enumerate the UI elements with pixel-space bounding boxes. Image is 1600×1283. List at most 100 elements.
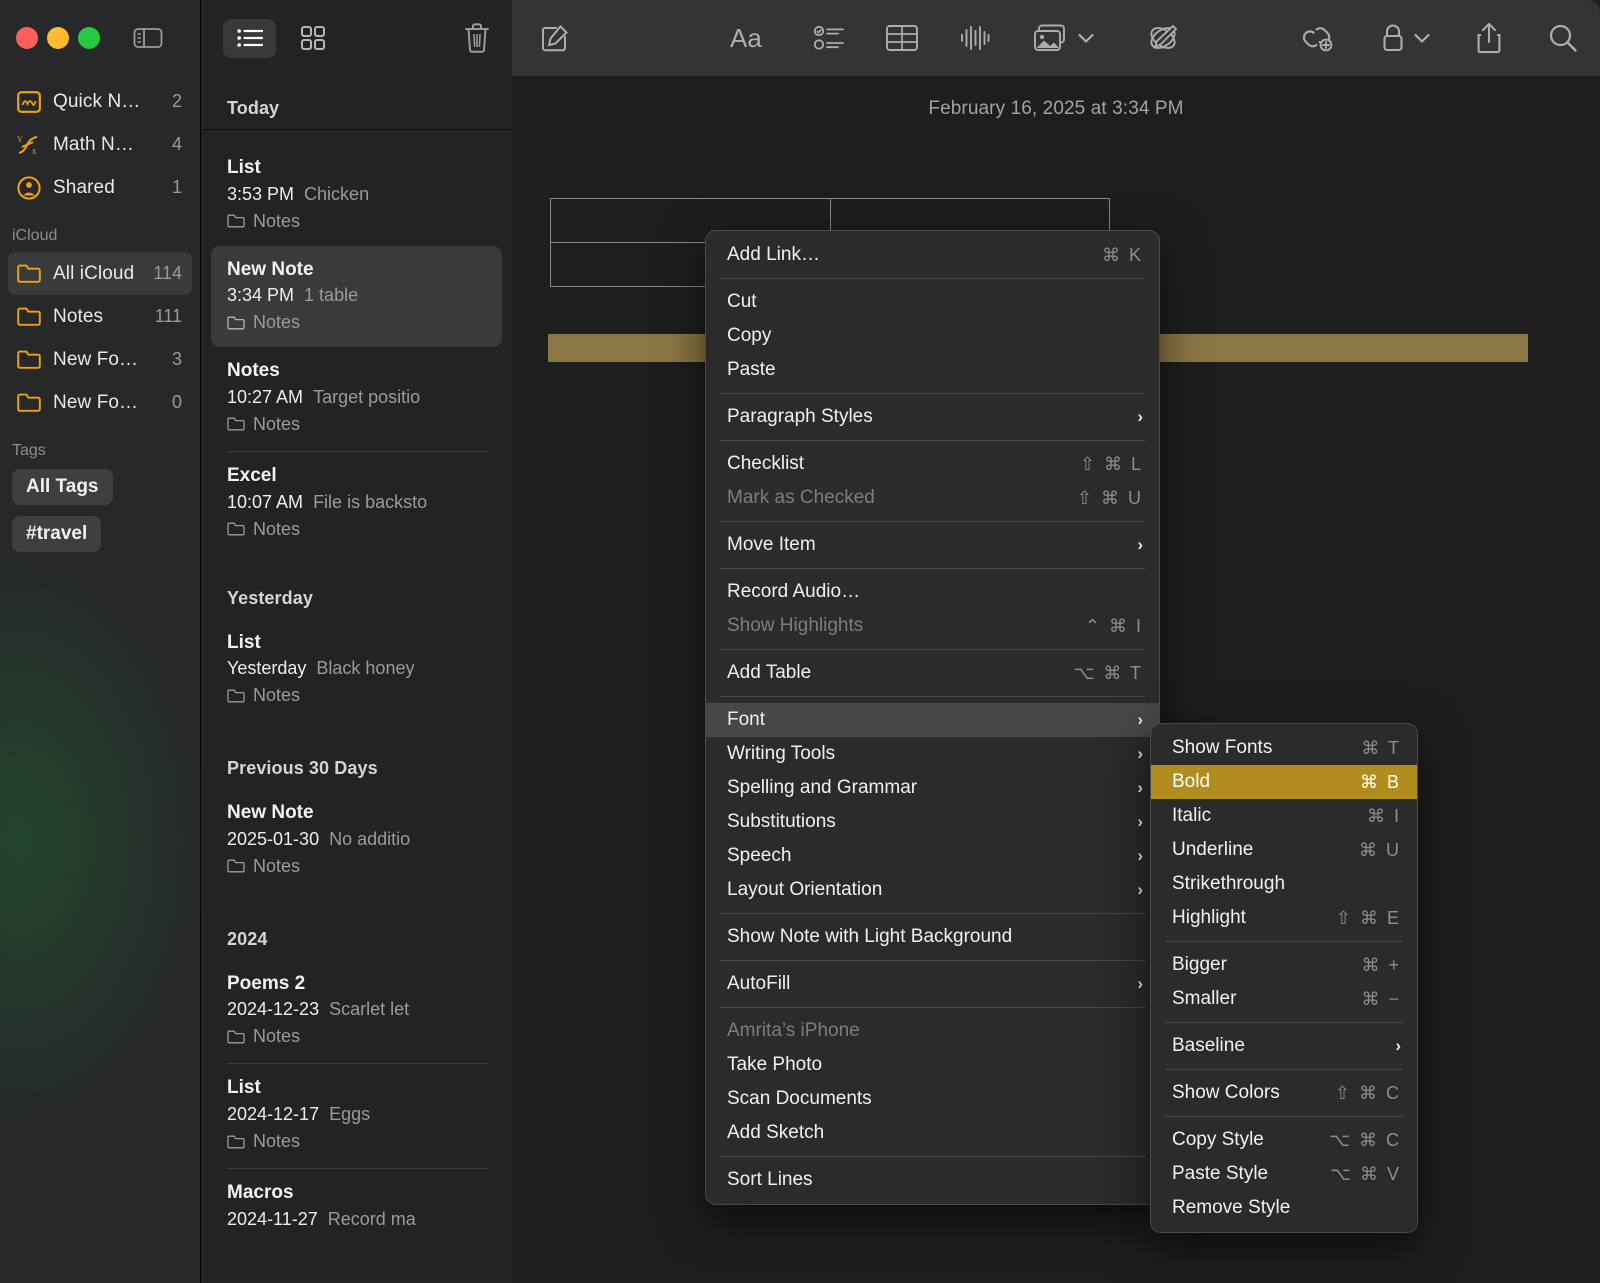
checklist-icon[interactable]: [814, 25, 844, 51]
chevron-down-icon[interactable]: [1078, 33, 1094, 44]
tag-all-tags[interactable]: All Tags: [12, 469, 113, 505]
note-list-item[interactable]: Poems 2 2024-12-23 Scarlet let Notes: [211, 960, 502, 1062]
sidebar-toggle-icon[interactable]: [133, 26, 163, 50]
note-folder-label: Notes: [253, 312, 301, 333]
menu-item-paste[interactable]: Paste: [706, 353, 1159, 387]
menu-separator: [720, 278, 1145, 279]
note-title: List: [227, 631, 261, 653]
svg-text:Aa: Aa: [730, 23, 762, 53]
note-list-item[interactable]: New Note 3:34 PM 1 table Notes: [211, 245, 502, 348]
chevron-right-icon: ›: [1137, 846, 1143, 865]
sidebar-item-math-notes[interactable]: Yx Math N… 4: [8, 123, 192, 166]
menu-item-add-link[interactable]: Add Link… ⌘ K: [706, 238, 1159, 272]
lock-icon[interactable]: [1381, 23, 1405, 53]
menu-item-copy[interactable]: Copy: [706, 319, 1159, 353]
add-link-icon[interactable]: [1301, 23, 1335, 53]
menu-item-show-note-light-background[interactable]: Show Note with Light Background: [706, 920, 1159, 954]
menu-item-cut[interactable]: Cut: [706, 285, 1159, 319]
chevron-right-icon: ›: [1137, 974, 1143, 993]
sidebar-item-quick-notes[interactable]: Quick N… 2: [8, 80, 192, 123]
media-icon[interactable]: [1032, 24, 1068, 52]
menu-item-italic[interactable]: Italic ⌘ I: [1151, 799, 1417, 833]
menu-item-take-photo[interactable]: Take Photo: [706, 1048, 1159, 1082]
font-submenu[interactable]: Show Fonts ⌘ T Bold ⌘ B Italic ⌘ I Under…: [1150, 723, 1418, 1233]
note-folder: Notes: [227, 411, 502, 438]
minimize-button[interactable]: [47, 27, 69, 49]
sidebar-item-count: 2: [171, 91, 182, 111]
sidebar-item-new-folder-2[interactable]: New Fo… 0: [8, 381, 192, 424]
zoom-button[interactable]: [78, 27, 100, 49]
menu-item-paste-style[interactable]: Paste Style ⌥ ⌘ V: [1151, 1157, 1417, 1191]
sidebar-item-new-folder-1[interactable]: New Fo… 3: [8, 338, 192, 381]
menu-item-remove-style[interactable]: Remove Style: [1151, 1191, 1417, 1225]
menu-item-highlight[interactable]: Highlight ⇧ ⌘ E: [1151, 901, 1417, 935]
note-folder: Notes: [227, 208, 502, 235]
menu-item-scan-documents[interactable]: Scan Documents: [706, 1082, 1159, 1116]
folder-icon: [227, 417, 245, 431]
note-list-item[interactable]: New Note 2025-01-30 No additio Notes: [211, 789, 502, 891]
menu-item-record-audio[interactable]: Record Audio…: [706, 575, 1159, 609]
chevron-right-icon: ›: [1137, 535, 1143, 554]
menu-item-writing-tools[interactable]: Writing Tools ›: [706, 737, 1159, 771]
note-meta: 3:53 PM Chicken: [227, 181, 502, 208]
note-list-item[interactable]: Notes 10:27 AM Target positio Notes: [211, 347, 502, 449]
sidebar-section-tags: Tags: [12, 442, 46, 459]
markup-icon[interactable]: [1146, 22, 1180, 54]
note-meta: 2025-01-30 No additio: [227, 826, 502, 853]
menu-item-copy-style[interactable]: Copy Style ⌥ ⌘ C: [1151, 1123, 1417, 1157]
note-list-item[interactable]: List Yesterday Black honey Notes: [211, 619, 502, 721]
list-view-icon[interactable]: [223, 18, 276, 58]
menu-item-baseline[interactable]: Baseline ›: [1151, 1029, 1417, 1063]
note-list-column: Today List 3:53 PM Chicken Notes New Not…: [200, 0, 512, 1283]
sidebar-item-all-icloud[interactable]: All iCloud 114: [8, 252, 192, 295]
note-list-toolbar: [201, 0, 512, 76]
menu-item-speech[interactable]: Speech ›: [706, 839, 1159, 873]
svg-text:x: x: [32, 146, 37, 156]
note-list-item[interactable]: Macros 2024-11-27 Record ma: [211, 1169, 502, 1244]
menu-item-checklist[interactable]: Checklist ⇧ ⌘ L: [706, 447, 1159, 481]
sidebar-item-notes[interactable]: Notes 111: [8, 295, 192, 338]
menu-item-add-table[interactable]: Add Table ⌥ ⌘ T: [706, 656, 1159, 690]
menu-item-paragraph-styles[interactable]: Paragraph Styles ›: [706, 400, 1159, 434]
note-time: 10:07 AM: [227, 491, 304, 512]
quick-note-icon: [16, 89, 41, 114]
menu-item-spelling-and-grammar[interactable]: Spelling and Grammar ›: [706, 771, 1159, 805]
menu-item-bigger[interactable]: Bigger ⌘ +: [1151, 948, 1417, 982]
menu-item-layout-orientation[interactable]: Layout Orientation ›: [706, 873, 1159, 907]
share-icon[interactable]: [1476, 22, 1502, 54]
menu-item-smaller[interactable]: Smaller ⌘ −: [1151, 982, 1417, 1016]
menu-item-sort-lines[interactable]: Sort Lines: [706, 1163, 1159, 1197]
chevron-right-icon: ›: [1395, 1036, 1401, 1055]
menu-item-show-colors[interactable]: Show Colors ⇧ ⌘ C: [1151, 1076, 1417, 1110]
trash-icon[interactable]: [462, 22, 492, 54]
format-text-icon[interactable]: Aa: [730, 23, 772, 53]
table-icon[interactable]: [886, 25, 918, 51]
tag-travel[interactable]: #travel: [12, 516, 102, 552]
compose-icon[interactable]: [540, 23, 570, 53]
menu-item-show-fonts[interactable]: Show Fonts ⌘ T: [1151, 731, 1417, 765]
note-list-scroll[interactable]: Today List 3:53 PM Chicken Notes New Not…: [201, 76, 512, 1244]
menu-item-font[interactable]: Font ›: [706, 703, 1159, 737]
gallery-view-icon[interactable]: [286, 19, 339, 58]
chevron-down-icon[interactable]: [1414, 33, 1430, 44]
menu-item-bold[interactable]: Bold ⌘ B: [1151, 765, 1417, 799]
note-list-item[interactable]: List 2024-12-17 Eggs Notes: [211, 1064, 502, 1166]
menu-item-move-item[interactable]: Move Item ›: [706, 528, 1159, 562]
note-list-item[interactable]: Excel 10:07 AM File is backsto Notes: [211, 452, 502, 554]
menu-item-add-sketch[interactable]: Add Sketch: [706, 1116, 1159, 1150]
audio-waveform-icon[interactable]: [960, 24, 990, 52]
close-button[interactable]: [16, 27, 38, 49]
context-menu[interactable]: Add Link… ⌘ K Cut Copy Paste Paragraph S…: [705, 230, 1160, 1205]
note-folder: Notes: [227, 682, 502, 709]
note-list-item[interactable]: List 3:53 PM Chicken Notes: [211, 144, 502, 246]
menu-item-underline[interactable]: Underline ⌘ U: [1151, 833, 1417, 867]
search-icon[interactable]: [1548, 23, 1578, 53]
menu-item-strikethrough[interactable]: Strikethrough: [1151, 867, 1417, 901]
menu-item-substitutions[interactable]: Substitutions ›: [706, 805, 1159, 839]
folder-icon: [227, 1030, 245, 1044]
sidebar-item-shared[interactable]: Shared 1: [8, 166, 192, 209]
menu-item-autofill[interactable]: AutoFill ›: [706, 967, 1159, 1001]
sidebar-item-label: New Fo…: [53, 348, 139, 370]
note-snippet: 1 table: [304, 285, 359, 306]
note-time: 10:27 AM: [227, 386, 304, 407]
